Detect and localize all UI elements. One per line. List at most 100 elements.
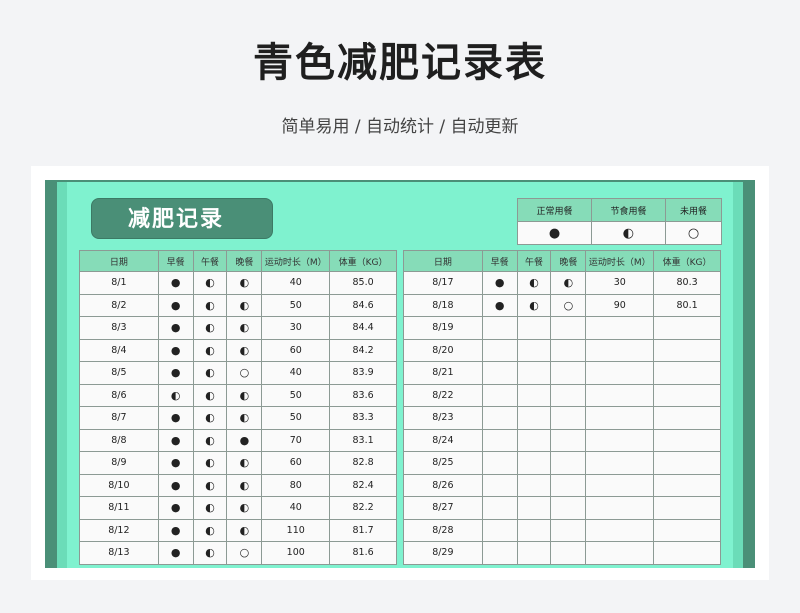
dinner-cell[interactable]: ◐ [226, 338, 263, 362]
breakfast-cell[interactable]: ● [157, 361, 194, 385]
breakfast-cell[interactable] [481, 451, 518, 475]
dinner-cell[interactable]: ◐ [226, 383, 263, 407]
lunch-cell[interactable] [516, 518, 552, 542]
lunch-cell[interactable]: ◐ [192, 361, 228, 385]
dinner-cell[interactable] [550, 541, 587, 565]
weight-cell[interactable] [653, 518, 721, 542]
dinner-cell[interactable]: ○ [226, 361, 263, 385]
lunch-cell[interactable]: ◐ [516, 293, 552, 317]
exercise-cell[interactable] [585, 473, 655, 497]
dinner-cell[interactable]: ◐ [226, 518, 263, 542]
lunch-cell[interactable]: ◐ [192, 271, 228, 295]
lunch-cell[interactable]: ◐ [192, 406, 228, 430]
date-cell[interactable]: 8/4 [79, 338, 159, 362]
breakfast-cell[interactable] [481, 316, 518, 340]
date-cell[interactable]: 8/19 [403, 316, 483, 340]
dinner-cell[interactable] [550, 496, 587, 520]
weight-cell[interactable]: 80.3 [653, 271, 721, 295]
date-cell[interactable]: 8/6 [79, 383, 159, 407]
weight-cell[interactable] [653, 428, 721, 452]
exercise-cell[interactable] [585, 361, 655, 385]
date-cell[interactable]: 8/3 [79, 316, 159, 340]
lunch-cell[interactable]: ◐ [192, 293, 228, 317]
weight-cell[interactable] [653, 406, 721, 430]
weight-cell[interactable] [653, 496, 721, 520]
dinner-cell[interactable] [550, 518, 587, 542]
weight-cell[interactable]: 84.6 [329, 293, 397, 317]
date-cell[interactable]: 8/9 [79, 451, 159, 475]
breakfast-cell[interactable]: ● [157, 451, 194, 475]
breakfast-cell[interactable]: ● [157, 541, 194, 565]
breakfast-cell[interactable]: ● [157, 271, 194, 295]
breakfast-cell[interactable] [481, 406, 518, 430]
exercise-cell[interactable] [585, 496, 655, 520]
exercise-cell[interactable] [585, 383, 655, 407]
weight-cell[interactable]: 82.4 [329, 473, 397, 497]
lunch-cell[interactable]: ◐ [192, 496, 228, 520]
exercise-cell[interactable]: 100 [261, 541, 331, 565]
dinner-cell[interactable] [550, 473, 587, 497]
weight-cell[interactable] [653, 361, 721, 385]
dinner-cell[interactable]: ○ [226, 541, 263, 565]
date-cell[interactable]: 8/25 [403, 451, 483, 475]
breakfast-cell[interactable] [481, 473, 518, 497]
lunch-cell[interactable]: ◐ [192, 541, 228, 565]
date-cell[interactable]: 8/21 [403, 361, 483, 385]
dinner-cell[interactable] [550, 451, 587, 475]
exercise-cell[interactable]: 40 [261, 496, 331, 520]
exercise-cell[interactable]: 80 [261, 473, 331, 497]
lunch-cell[interactable]: ◐ [192, 383, 228, 407]
date-cell[interactable]: 8/1 [79, 271, 159, 295]
lunch-cell[interactable] [516, 316, 552, 340]
exercise-cell[interactable] [585, 338, 655, 362]
weight-cell[interactable]: 85.0 [329, 271, 397, 295]
weight-cell[interactable]: 83.9 [329, 361, 397, 385]
exercise-cell[interactable]: 50 [261, 406, 331, 430]
exercise-cell[interactable]: 70 [261, 428, 331, 452]
breakfast-cell[interactable] [481, 496, 518, 520]
date-cell[interactable]: 8/26 [403, 473, 483, 497]
weight-cell[interactable]: 81.6 [329, 541, 397, 565]
weight-cell[interactable]: 83.6 [329, 383, 397, 407]
exercise-cell[interactable]: 30 [261, 316, 331, 340]
date-cell[interactable]: 8/27 [403, 496, 483, 520]
dinner-cell[interactable]: ◐ [226, 451, 263, 475]
breakfast-cell[interactable]: ● [157, 406, 194, 430]
weight-cell[interactable]: 84.2 [329, 338, 397, 362]
lunch-cell[interactable] [516, 473, 552, 497]
breakfast-cell[interactable]: ● [157, 518, 194, 542]
exercise-cell[interactable] [585, 451, 655, 475]
dinner-cell[interactable]: ◐ [226, 473, 263, 497]
dinner-cell[interactable]: ○ [550, 293, 587, 317]
date-cell[interactable]: 8/10 [79, 473, 159, 497]
exercise-cell[interactable] [585, 406, 655, 430]
dinner-cell[interactable]: ◐ [550, 271, 587, 295]
breakfast-cell[interactable] [481, 518, 518, 542]
exercise-cell[interactable] [585, 316, 655, 340]
breakfast-cell[interactable]: ● [481, 271, 518, 295]
date-cell[interactable]: 8/12 [79, 518, 159, 542]
date-cell[interactable]: 8/18 [403, 293, 483, 317]
dinner-cell[interactable] [550, 338, 587, 362]
breakfast-cell[interactable]: ● [157, 428, 194, 452]
lunch-cell[interactable]: ◐ [192, 473, 228, 497]
date-cell[interactable]: 8/17 [403, 271, 483, 295]
weight-cell[interactable] [653, 451, 721, 475]
dinner-cell[interactable]: ◐ [226, 293, 263, 317]
exercise-cell[interactable] [585, 518, 655, 542]
dinner-cell[interactable]: ◐ [226, 406, 263, 430]
date-cell[interactable]: 8/24 [403, 428, 483, 452]
breakfast-cell[interactable]: ● [157, 316, 194, 340]
dinner-cell[interactable] [550, 406, 587, 430]
breakfast-cell[interactable]: ◐ [157, 383, 194, 407]
weight-cell[interactable] [653, 473, 721, 497]
dinner-cell[interactable]: ◐ [226, 316, 263, 340]
date-cell[interactable]: 8/23 [403, 406, 483, 430]
exercise-cell[interactable]: 30 [585, 271, 655, 295]
weight-cell[interactable] [653, 383, 721, 407]
dinner-cell[interactable] [550, 361, 587, 385]
exercise-cell[interactable]: 50 [261, 293, 331, 317]
weight-cell[interactable] [653, 316, 721, 340]
breakfast-cell[interactable]: ● [157, 293, 194, 317]
weight-cell[interactable]: 84.4 [329, 316, 397, 340]
